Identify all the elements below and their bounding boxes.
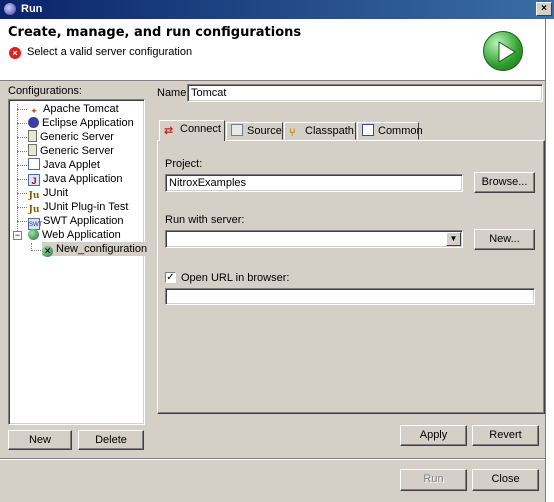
tree-item-generic-server[interactable]: Generic Server bbox=[28, 130, 114, 144]
tree-item-label: JUnit Plug-in Test bbox=[43, 201, 129, 213]
url-field[interactable] bbox=[165, 288, 535, 305]
new-server-button-label: New... bbox=[489, 233, 520, 245]
java-app-icon: J bbox=[28, 174, 40, 186]
tree-item-java-application[interactable]: J Java Application bbox=[28, 172, 123, 186]
delete-button-label: Delete bbox=[95, 434, 127, 446]
server-select[interactable]: ▼ bbox=[165, 230, 463, 248]
chevron-down-icon[interactable]: ▼ bbox=[446, 232, 461, 246]
tree-item-generic-server[interactable]: Generic Server bbox=[28, 144, 114, 158]
configurations-tree[interactable]: − ✦ Apache Tomcat Eclipse Application Gen… bbox=[8, 99, 150, 425]
tree-item-swt-application[interactable]: SWTSWT Application bbox=[28, 214, 124, 230]
name-label: Name: bbox=[157, 87, 190, 99]
browse-button-label: Browse... bbox=[481, 176, 528, 188]
applet-icon bbox=[28, 158, 40, 170]
common-icon bbox=[362, 124, 374, 136]
tree-item-apache-tomcat[interactable]: ✦ Apache Tomcat bbox=[28, 102, 119, 116]
server-icon bbox=[28, 130, 37, 142]
tree-item-label: New_configuration bbox=[56, 243, 148, 255]
tree-item-label: JUnit bbox=[43, 187, 69, 199]
run-button-label: Run bbox=[423, 473, 444, 485]
browse-button[interactable]: Browse... bbox=[474, 172, 535, 193]
apply-button-label: Apply bbox=[419, 429, 448, 441]
web-app-icon bbox=[28, 229, 39, 240]
project-label: Project: bbox=[165, 158, 203, 170]
tree-item-label: Apache Tomcat bbox=[43, 103, 119, 115]
new-button-label: New bbox=[28, 434, 51, 446]
run-banner-icon bbox=[483, 31, 523, 71]
open-url-label: Open URL in browser: bbox=[181, 272, 290, 284]
classpath-icon: ⑂ bbox=[289, 127, 296, 139]
tab-connect[interactable]: ⇄ Connect bbox=[159, 120, 225, 141]
revert-button-label: Revert bbox=[489, 429, 522, 441]
tree-item-label: Web Application bbox=[42, 229, 121, 241]
window-title-bar[interactable]: Run × bbox=[0, 0, 554, 19]
delete-button[interactable]: Delete bbox=[78, 430, 144, 450]
tree-item-new-configuration[interactable]: × New_configuration bbox=[42, 242, 150, 257]
dialog-header: Create, manage, and run configurations ×… bbox=[0, 19, 554, 81]
tree-item-junit-plugin-test[interactable]: Ju JUnit Plug-in Test bbox=[28, 200, 129, 215]
window-title: Run bbox=[21, 3, 43, 15]
collapse-web-application-icon[interactable]: − bbox=[13, 231, 22, 240]
error-message: Select a valid server configuration bbox=[27, 46, 193, 58]
tab-common[interactable]: Common bbox=[357, 122, 423, 140]
run-with-server-label: Run with server: bbox=[165, 214, 245, 226]
tree-item-web-application[interactable]: Web Application bbox=[28, 228, 121, 242]
tab-source[interactable]: Source bbox=[226, 122, 283, 140]
open-url-checkbox[interactable]: ✓ bbox=[165, 272, 176, 283]
new-button[interactable]: New bbox=[8, 430, 72, 450]
tab-label: Source bbox=[247, 125, 282, 137]
server-icon bbox=[28, 144, 37, 156]
tree-item-label: Generic Server bbox=[40, 131, 114, 143]
web-config-error-icon: × bbox=[42, 246, 53, 257]
tree-item-label: SWT Application bbox=[43, 215, 124, 227]
eclipse-icon bbox=[3, 2, 17, 16]
tree-item-junit[interactable]: Ju JUnit bbox=[28, 186, 69, 201]
tree-item-label: Generic Server bbox=[40, 145, 114, 157]
footer-separator bbox=[0, 458, 545, 460]
project-field[interactable]: NitroxExamples bbox=[165, 174, 463, 192]
eclipse-icon bbox=[28, 117, 39, 128]
tab-label: Connect bbox=[180, 123, 221, 135]
tab-label: Common bbox=[378, 125, 423, 137]
error-icon: × bbox=[9, 47, 21, 59]
name-field-value: Tomcat bbox=[191, 87, 227, 99]
tab-label: Classpath bbox=[305, 125, 354, 137]
run-button[interactable]: Run bbox=[400, 469, 467, 491]
configurations-label: Configurations: bbox=[8, 85, 82, 97]
tree-item-eclipse-application[interactable]: Eclipse Application bbox=[28, 116, 134, 130]
tree-item-java-applet[interactable]: Java Applet bbox=[28, 158, 100, 172]
apply-button[interactable]: Apply bbox=[400, 425, 467, 446]
background-window-edge bbox=[545, 19, 554, 502]
new-server-button[interactable]: New... bbox=[474, 229, 535, 250]
project-field-value: NitroxExamples bbox=[169, 177, 247, 189]
tree-item-label: Java Applet bbox=[43, 159, 100, 171]
dialog-title: Create, manage, and run configurations bbox=[8, 25, 302, 40]
name-field[interactable]: Tomcat bbox=[187, 84, 543, 102]
tree-item-label: Java Application bbox=[43, 173, 123, 185]
close-button-label: Close bbox=[491, 473, 520, 485]
tab-classpath[interactable]: ⑂ Classpath bbox=[284, 122, 356, 140]
close-button[interactable]: Close bbox=[472, 469, 539, 491]
connect-icon: ⇄ bbox=[164, 125, 174, 137]
close-window-icon[interactable]: × bbox=[536, 2, 552, 16]
tree-item-label: Eclipse Application bbox=[42, 117, 134, 129]
revert-button[interactable]: Revert bbox=[472, 425, 539, 446]
source-icon bbox=[231, 124, 243, 136]
